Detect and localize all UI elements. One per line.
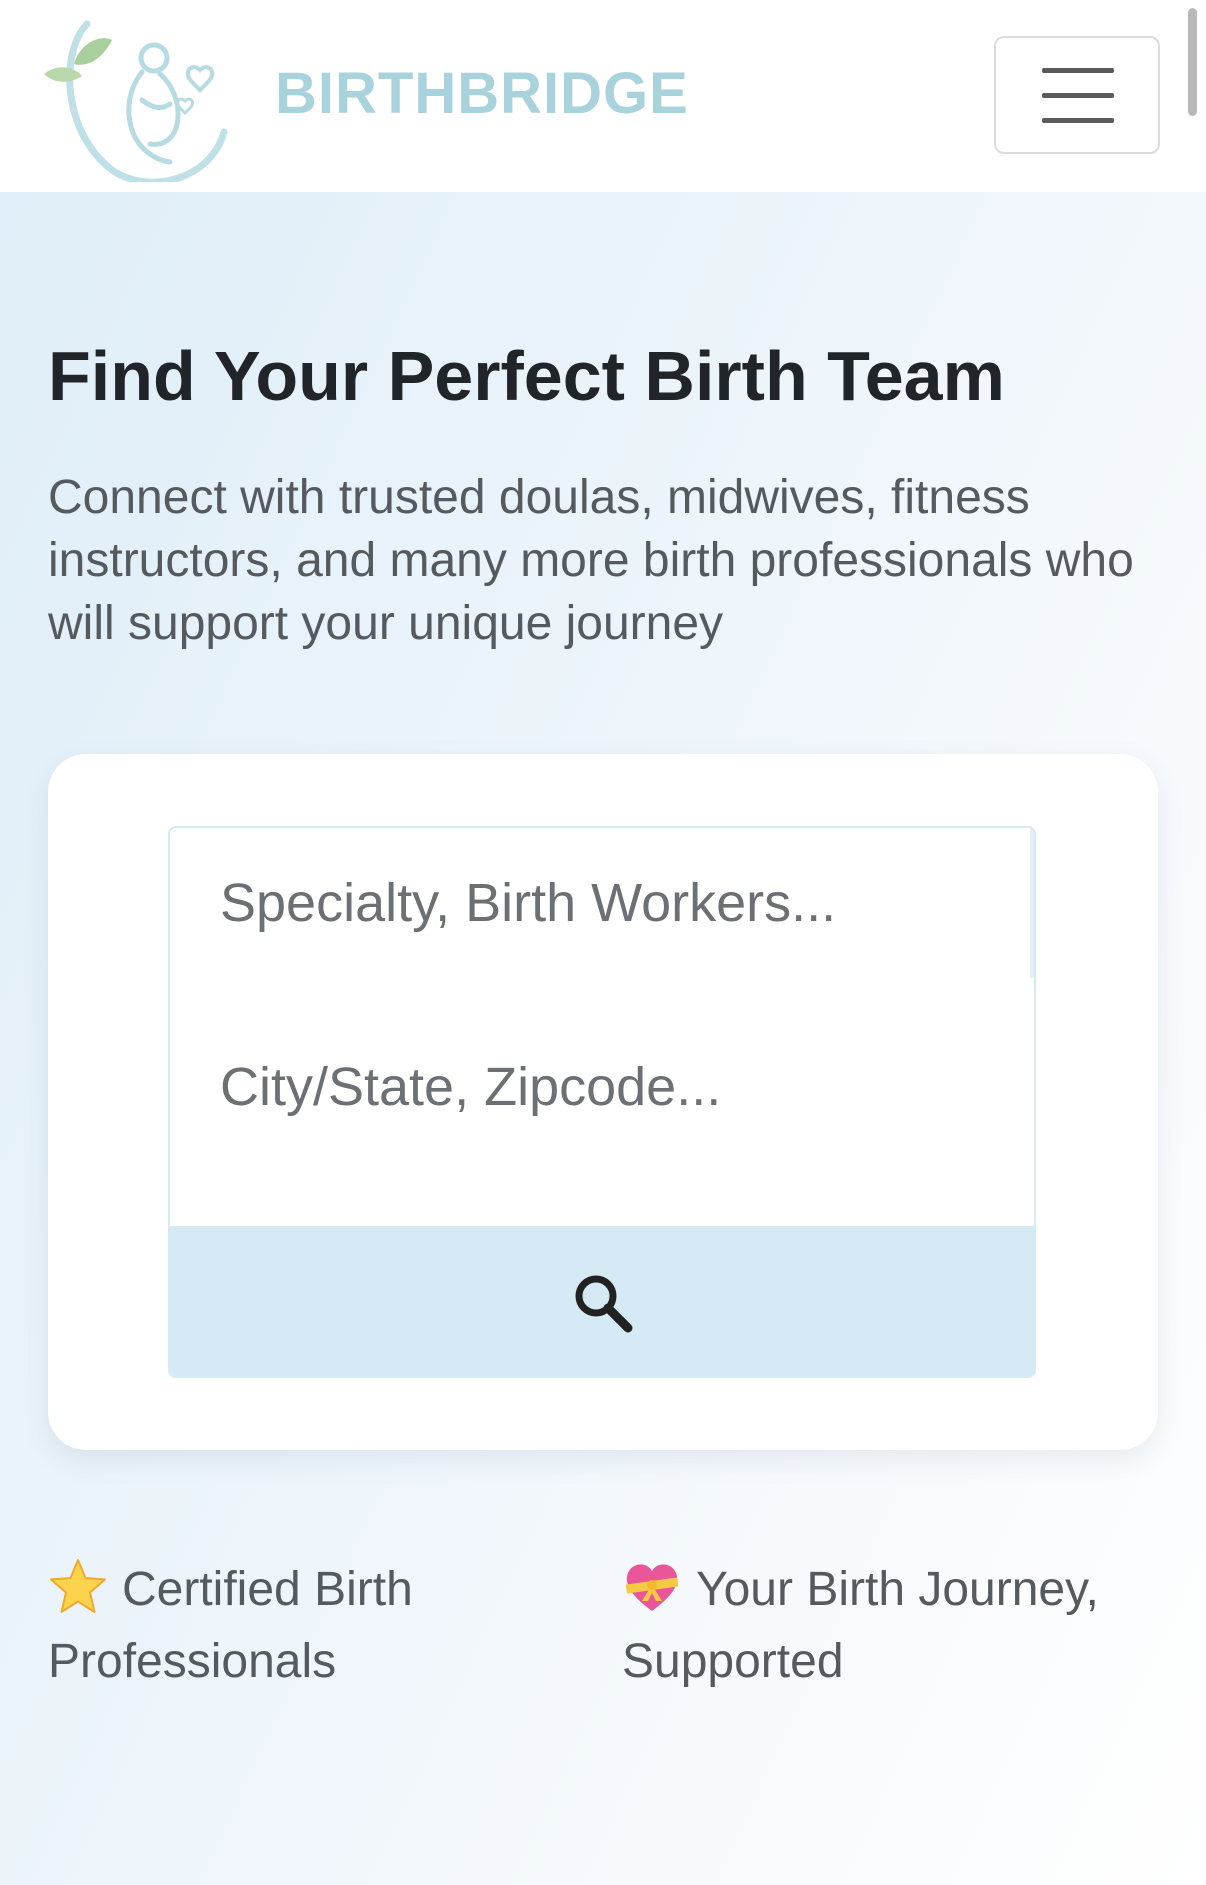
search-icon: [575, 1275, 633, 1333]
search-card: [48, 754, 1158, 1450]
mother-baby-logo-icon[interactable]: [42, 12, 230, 182]
feature-certified: Certified Birth Professionals: [48, 1554, 568, 1698]
site-header: BIRTHBRIDGE: [0, 0, 1206, 192]
hamburger-menu-icon: [1042, 68, 1114, 73]
feature-journey: Your Birth Journey, Supported: [622, 1554, 1142, 1698]
specialty-search-input[interactable]: [170, 828, 1034, 978]
hamburger-menu-icon-bar: [1042, 93, 1114, 98]
hamburger-menu-icon-bar: [1042, 118, 1114, 123]
heart-ribbon-icon: [625, 1564, 679, 1611]
hero-subtitle: Connect with trusted doulas, midwives, f…: [48, 471, 1134, 650]
hamburger-menu-button[interactable]: [994, 36, 1160, 154]
page-scrollbar[interactable]: [1188, 8, 1197, 116]
hero-section: Find Your Perfect Birth Team Connect wit…: [0, 192, 1206, 1885]
search-form: [168, 826, 1036, 1378]
specialty-input-border: [1030, 828, 1034, 978]
feature-label: Your Birth Journey, Supported: [622, 1563, 1099, 1688]
page-title: Find Your Perfect Birth Team: [48, 337, 1005, 415]
brand-name[interactable]: BIRTHBRIDGE: [275, 62, 689, 126]
star-icon: [50, 1559, 106, 1613]
location-search-input[interactable]: [170, 1004, 1034, 1170]
search-button[interactable]: [170, 1226, 1034, 1376]
